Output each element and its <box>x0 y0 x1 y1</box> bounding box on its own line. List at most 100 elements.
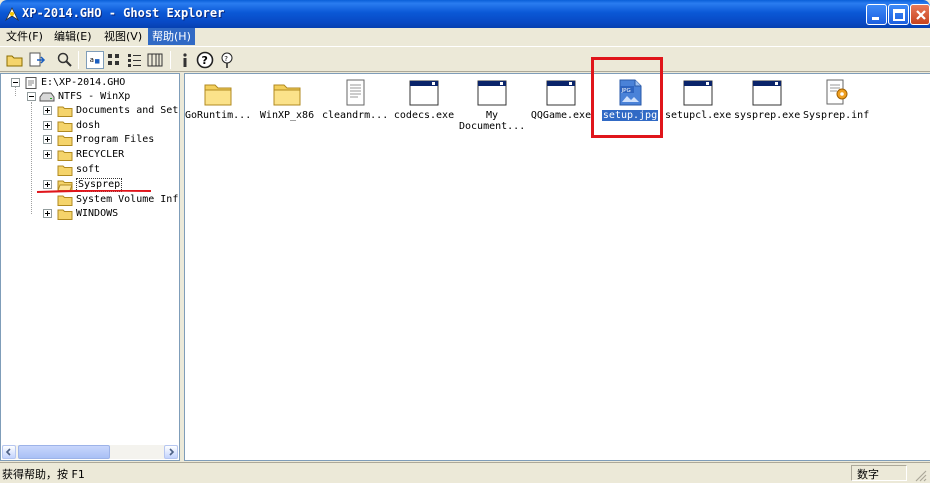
scrollbar-thumb[interactable] <box>18 445 110 459</box>
folder-icon <box>204 84 232 106</box>
list-item-label: sysprep.exe <box>734 110 801 121</box>
close-button[interactable] <box>910 4 930 25</box>
tree-folder[interactable]: dosh <box>41 119 179 133</box>
info-icon[interactable] <box>176 51 194 69</box>
tree-folder[interactable]: Documents and Setti <box>41 104 180 118</box>
tree-folder[interactable]: WINDOWS <box>41 207 179 221</box>
large-icons-view-icon[interactable]: a <box>86 51 104 69</box>
svg-text:a: a <box>90 55 94 64</box>
file-list[interactable]: GoRuntim... WinXP_x86 cleandrm... codecs… <box>184 73 930 461</box>
close-icon <box>916 10 926 20</box>
ghost-app-icon[interactable] <box>4 6 20 22</box>
folder-icon <box>57 165 73 176</box>
status-bar: 获得帮助，按 F1 数字 <box>0 462 930 483</box>
toolbar-separator <box>170 51 171 69</box>
red-annotation-box <box>591 57 663 138</box>
drive-icon <box>39 92 55 102</box>
scroll-right-button[interactable] <box>164 445 178 459</box>
context-help-icon[interactable]: ? <box>218 51 236 69</box>
inf-settings-icon <box>826 79 848 105</box>
tree-root[interactable]: E:\XP-2014.GHO <box>9 76 179 90</box>
menu-edit[interactable]: 编辑(E) <box>50 28 96 45</box>
list-item[interactable]: sysprep.exe <box>734 77 800 137</box>
expand-toggle-icon[interactable] <box>43 180 52 189</box>
help-icon[interactable]: ? <box>196 51 214 69</box>
tree-connector <box>31 102 32 214</box>
small-icons-view-icon[interactable] <box>106 51 124 69</box>
expand-toggle-icon[interactable] <box>43 121 52 130</box>
folder-icon <box>57 106 73 117</box>
ghost-image-file-icon <box>25 77 37 89</box>
red-annotation-underline <box>36 190 152 193</box>
tree-folder[interactable]: System Volume Infor <box>41 193 180 207</box>
list-view-icon[interactable] <box>126 51 144 69</box>
resize-grip-icon[interactable] <box>914 469 927 482</box>
tree-folder[interactable]: RECYCLER <box>41 148 179 162</box>
tree-folder[interactable]: Program Files <box>41 133 179 147</box>
toolbar-separator <box>78 51 79 69</box>
folder-tree[interactable]: E:\XP-2014.GHO NTFS - WinXp Documents an… <box>0 73 180 461</box>
menu-help[interactable]: 帮助(H) <box>148 28 195 45</box>
list-item[interactable]: Sysprep.inf <box>803 77 869 137</box>
expand-toggle-icon[interactable] <box>43 106 52 115</box>
menu-bar: 文件(F) 编辑(E) 视图(V) 帮助(H) <box>0 28 930 45</box>
list-item-label: cleandrm... <box>322 110 389 121</box>
minimize-button[interactable] <box>866 4 887 25</box>
num-lock-indicator: 数字 <box>857 468 879 481</box>
collapse-toggle-icon[interactable] <box>11 78 20 87</box>
open-folder-icon[interactable] <box>6 51 24 69</box>
folder-icon <box>57 209 73 220</box>
tree-volume[interactable]: NTFS - WinXp <box>25 90 179 104</box>
maximize-icon <box>893 9 905 21</box>
scroll-left-button[interactable] <box>2 445 16 459</box>
expand-toggle-icon[interactable] <box>43 209 52 218</box>
list-item[interactable]: QQGame.exe <box>528 77 594 137</box>
tree-folder-label: Program Files <box>76 134 155 145</box>
text-file-icon <box>346 79 365 106</box>
details-view-icon[interactable] <box>146 51 164 69</box>
svg-text:?: ? <box>224 55 228 63</box>
tree-folder-label: soft <box>76 164 101 175</box>
folder-icon <box>57 135 73 146</box>
list-item[interactable]: My Document... <box>459 77 525 137</box>
maximize-button[interactable] <box>888 4 909 25</box>
tree-folder[interactable]: soft <box>41 163 179 177</box>
tree-folder-label: Documents and Setti <box>76 105 180 116</box>
exe-window-icon <box>752 80 782 106</box>
list-item-label: My Document... <box>459 110 526 132</box>
tree-volume-label: NTFS - WinXp <box>58 91 131 102</box>
folder-icon <box>57 150 73 161</box>
search-icon[interactable] <box>56 51 74 69</box>
list-item[interactable]: WinXP_x86 <box>254 77 320 137</box>
folder-icon <box>273 84 301 106</box>
folder-icon <box>57 195 73 206</box>
title-bar: XP-2014.GHO - Ghost Explorer <box>0 0 930 28</box>
chevron-left-icon <box>5 448 11 456</box>
chevron-right-icon <box>169 448 175 456</box>
expand-toggle-icon[interactable] <box>43 150 52 159</box>
list-item-label: Sysprep.inf <box>803 110 870 121</box>
tree-folder-label: System Volume Infor <box>76 194 180 205</box>
tree-folder-label: WINDOWS <box>76 208 119 219</box>
minimize-icon <box>872 17 879 20</box>
exe-window-icon <box>546 80 576 106</box>
list-item[interactable]: setupcl.exe <box>665 77 731 137</box>
toolbar: a ? ? <box>0 46 930 72</box>
expand-toggle-icon[interactable] <box>43 135 52 144</box>
list-item[interactable]: GoRuntim... <box>185 77 251 137</box>
collapse-toggle-icon[interactable] <box>27 92 36 101</box>
tree-folder-label: dosh <box>76 120 101 131</box>
list-item-label: WinXP_x86 <box>259 110 315 121</box>
exe-window-icon <box>409 80 439 106</box>
list-item-label: setupcl.exe <box>665 110 732 121</box>
menu-file[interactable]: 文件(F) <box>2 28 47 45</box>
list-item[interactable]: codecs.exe <box>391 77 457 137</box>
list-item-label: QQGame.exe <box>530 110 592 121</box>
list-item[interactable]: cleandrm... <box>322 77 388 137</box>
tree-horizontal-scrollbar[interactable] <box>2 445 178 459</box>
menu-view[interactable]: 视图(V) <box>100 28 146 45</box>
tree-root-label: E:\XP-2014.GHO <box>41 77 126 88</box>
window-title: XP-2014.GHO - Ghost Explorer <box>22 6 225 20</box>
exe-window-icon <box>477 80 507 106</box>
extract-icon[interactable] <box>28 51 46 69</box>
